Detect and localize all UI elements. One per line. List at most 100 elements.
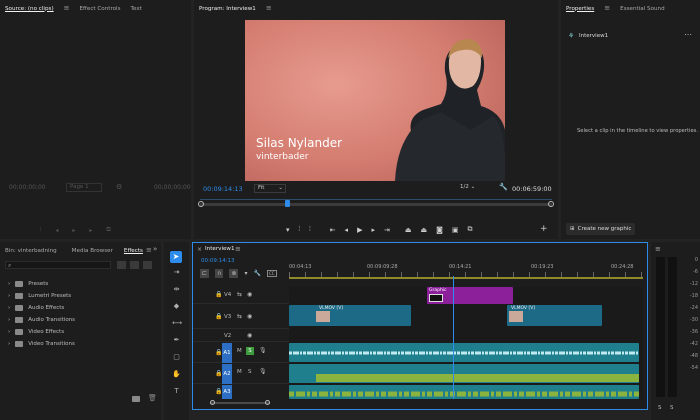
ripple-edit-tool-icon[interactable]: ⇹: [172, 285, 181, 294]
track-label[interactable]: V2: [224, 333, 231, 339]
source-timecode-right[interactable]: 00;00;00;00: [154, 184, 191, 191]
track-select-tool-icon[interactable]: ⇥: [172, 268, 181, 277]
rectangle-tool-icon[interactable]: ▢: [172, 353, 181, 362]
add-marker-icon[interactable]: ▾: [244, 270, 247, 277]
tab-media-browser[interactable]: Media Browser: [72, 248, 113, 254]
snap-icon[interactable]: ∩: [215, 269, 224, 278]
eye-icon[interactable]: ◉: [247, 332, 252, 339]
tab-timeline-sequence[interactable]: Interview1: [205, 246, 235, 252]
captions-icon[interactable]: CC: [266, 270, 277, 277]
pen-tool-icon[interactable]: ✒: [172, 336, 181, 345]
hand-tool-icon[interactable]: ✋: [172, 370, 181, 379]
track-area[interactable]: Graphic VLMOV [V] VLMOV [V]: [289, 276, 643, 399]
yuv-effects-icon[interactable]: [143, 261, 152, 269]
comparison-view-icon[interactable]: ▣: [452, 226, 459, 234]
playhead-marker[interactable]: [285, 200, 290, 207]
effects-search-input[interactable]: ⌕: [5, 261, 111, 269]
extract-icon[interactable]: ⏏: [420, 226, 427, 234]
audio-clip-a2[interactable]: [289, 364, 639, 383]
track-label[interactable]: A3: [222, 385, 232, 399]
wrench-icon[interactable]: 🔧: [253, 270, 260, 277]
tab-source[interactable]: Source: (no clips): [5, 6, 54, 12]
lock-icon[interactable]: 🔒: [215, 313, 222, 320]
slip-tool-icon[interactable]: ⟷: [172, 319, 182, 328]
solo-button[interactable]: S: [248, 369, 252, 375]
scrubber-end-handle[interactable]: [548, 201, 554, 207]
solo-left-button[interactable]: S: [658, 405, 662, 411]
tab-text[interactable]: Text: [131, 6, 142, 12]
lock-icon[interactable]: 🔒: [215, 291, 222, 298]
sync-lock-icon[interactable]: ⇆: [237, 291, 242, 298]
go-to-in-icon[interactable]: ⇤: [330, 226, 336, 234]
step-back-icon[interactable]: ◂: [345, 226, 349, 234]
track-label[interactable]: A1: [222, 343, 232, 363]
program-video-frame[interactable]: Silas Nylander vinterbader: [245, 20, 505, 181]
tab-effect-controls[interactable]: Effect Controls: [80, 6, 121, 12]
insert-icon[interactable]: ⧉: [106, 226, 110, 234]
list-item[interactable]: › Presets: [8, 278, 75, 290]
step-forward-icon[interactable]: ▸: [371, 226, 375, 234]
source-settings-icon[interactable]: ⚙: [116, 183, 122, 191]
list-item[interactable]: › Lumetri Presets: [8, 290, 75, 302]
graphic-clip[interactable]: Graphic: [427, 287, 513, 304]
fit-dropdown[interactable]: Fit ⌄: [254, 184, 286, 193]
linked-selection-icon[interactable]: ⊗: [229, 269, 239, 278]
list-item[interactable]: › Video Transitions: [8, 338, 75, 350]
create-new-graphic-button[interactable]: ⊞ Create new graphic: [566, 223, 636, 235]
scrubber-start-handle[interactable]: [198, 201, 204, 207]
panel-menu-icon[interactable]: ≡: [604, 5, 610, 12]
play-icon[interactable]: ▶: [357, 226, 362, 234]
trash-icon[interactable]: 🗑: [148, 394, 157, 402]
step-back-icon[interactable]: ◂: [55, 227, 58, 234]
program-timecode-current[interactable]: 00:09:14:13: [203, 185, 243, 193]
selection-tool-icon[interactable]: ➤: [170, 251, 182, 263]
insert-sequence-icon[interactable]: ⊏: [200, 269, 210, 278]
panel-menu-icon[interactable]: ≡: [64, 5, 70, 12]
panel-menu-icon[interactable]: ≡: [655, 245, 661, 253]
sync-lock-icon[interactable]: ⇆: [237, 313, 242, 320]
work-area-bar[interactable]: [289, 277, 643, 279]
scroll-handle-left[interactable]: [210, 400, 215, 405]
add-button-icon[interactable]: +: [540, 224, 548, 234]
expand-panels-icon[interactable]: »: [153, 245, 157, 253]
go-to-out-icon[interactable]: ⇥: [384, 226, 390, 234]
marker-icon[interactable]: ▾: [286, 226, 290, 234]
lift-icon[interactable]: ⏏: [405, 226, 412, 234]
video-clip-2[interactable]: VLMOV [V]: [507, 305, 602, 326]
timeline-horizontal-scrollbar[interactable]: [210, 400, 270, 406]
time-ruler[interactable]: 00:04:13 00:09:09:28 00:14:21 00:19:23 0…: [289, 262, 643, 279]
mute-button[interactable]: M: [237, 369, 242, 375]
list-item[interactable]: › Audio Effects: [8, 302, 75, 314]
quality-dropdown[interactable]: 1/2 ⌄: [460, 184, 475, 190]
program-scrubber[interactable]: [198, 199, 554, 209]
track-label[interactable]: A2: [222, 364, 232, 384]
panel-menu-icon[interactable]: ≡: [235, 245, 241, 253]
panel-menu-icon[interactable]: ≡: [266, 5, 272, 12]
wrench-icon[interactable]: 🔧: [499, 183, 508, 191]
new-folder-icon[interactable]: [132, 396, 140, 402]
timeline-playhead[interactable]: [453, 276, 454, 399]
eye-icon[interactable]: ◉: [247, 291, 252, 298]
mark-in-icon[interactable]: ⦙: [40, 226, 41, 234]
track-label[interactable]: V4: [224, 292, 231, 298]
video-clip-1[interactable]: VLMOV [V]: [289, 305, 411, 326]
razor-tool-icon[interactable]: ◆: [172, 302, 181, 311]
voiceover-icon[interactable]: 🎙: [259, 368, 267, 375]
mute-button[interactable]: M: [237, 348, 242, 354]
camera-icon[interactable]: ◙: [436, 226, 443, 234]
panel-menu-icon[interactable]: ≡: [146, 247, 152, 254]
accelerated-effects-icon[interactable]: [117, 261, 126, 269]
audio-clip-a1[interactable]: [289, 343, 639, 362]
close-icon[interactable]: ×: [197, 246, 202, 253]
tab-bin[interactable]: Bin: vinterbadning: [5, 248, 57, 254]
list-item[interactable]: › Video Effects: [8, 326, 75, 338]
program-timecode-total[interactable]: 00:06:59:00: [512, 185, 552, 193]
track-label[interactable]: V3: [224, 314, 231, 320]
mark-in-icon[interactable]: ⦙: [299, 225, 301, 234]
mark-out-icon[interactable]: ⦙: [309, 225, 311, 234]
scroll-handle-right[interactable]: [265, 400, 270, 405]
tab-effects[interactable]: Effects: [124, 248, 143, 254]
source-page-dropdown[interactable]: Page 1: [66, 183, 102, 192]
timeline-timecode[interactable]: 00:09:14:13: [201, 258, 235, 264]
source-timecode-left[interactable]: 00;00;00;00: [9, 184, 46, 191]
